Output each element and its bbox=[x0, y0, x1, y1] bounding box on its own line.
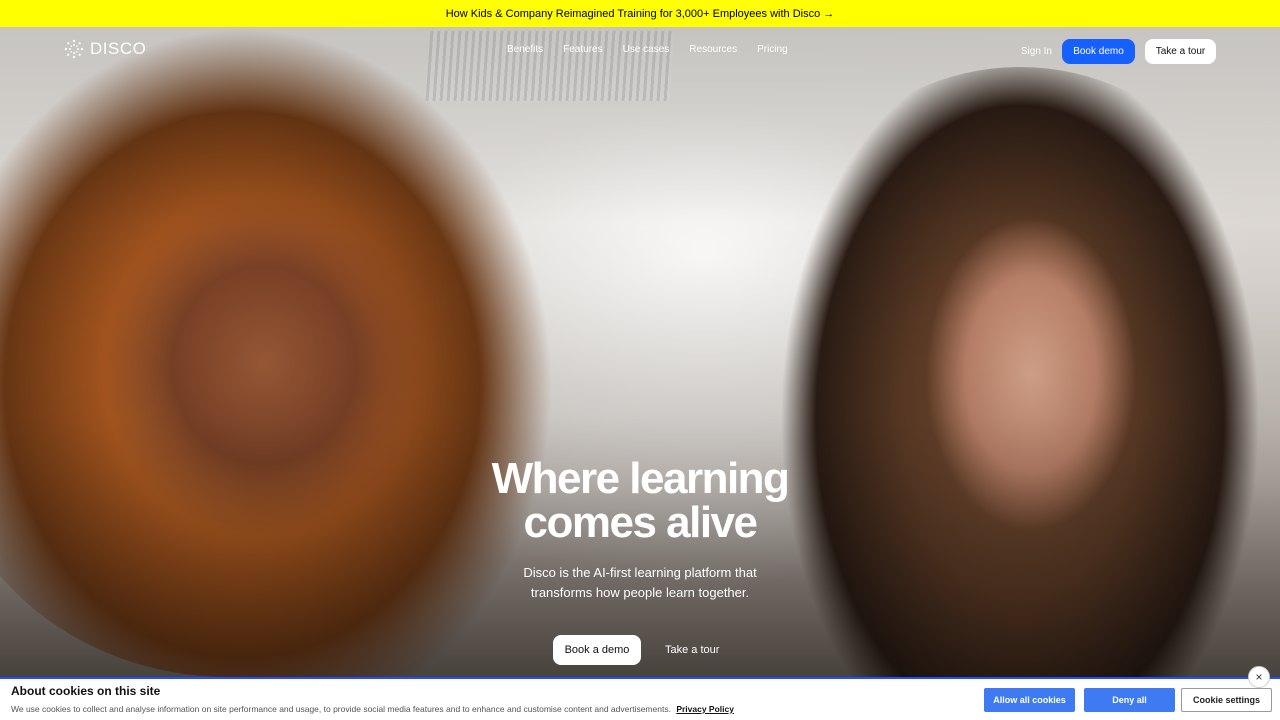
cookie-banner-text: We use cookies to collect and analyse in… bbox=[11, 704, 734, 714]
disco-logo[interactable]: DISCO bbox=[64, 39, 146, 59]
allow-all-cookies-button[interactable]: Allow all cookies bbox=[984, 688, 1075, 712]
deny-all-cookies-button[interactable]: Deny all bbox=[1084, 688, 1175, 712]
hero-headline-line2: comes alive bbox=[523, 498, 759, 547]
cookie-description: We use cookies to collect and analyse in… bbox=[11, 704, 671, 714]
privacy-policy-link[interactable]: Privacy Policy bbox=[676, 704, 734, 714]
logo-text: DISCO bbox=[90, 39, 147, 58]
cookie-banner: About cookies on this site We use cookie… bbox=[0, 677, 1280, 720]
announcement-text[interactable]: How Kids & Company Reimagined Training f… bbox=[446, 8, 835, 20]
hero-cta-row: Book a demo Take a tour bbox=[553, 635, 719, 665]
top-navigation: DISCO Benefits Features Use cases Resour… bbox=[0, 27, 1280, 75]
cookie-settings-button[interactable]: Cookie settings bbox=[1181, 688, 1272, 712]
disco-logo-icon bbox=[64, 39, 84, 59]
hero-headline: Where learning comes alive bbox=[440, 457, 840, 545]
nav-actions: Sign In Book demo Take a tour bbox=[1021, 39, 1216, 64]
nav-link-benefits[interactable]: Benefits bbox=[507, 44, 543, 55]
nav-links: Benefits Features Use cases Resources Pr… bbox=[507, 44, 808, 55]
sign-in-link[interactable]: Sign In bbox=[1021, 46, 1052, 57]
hero-book-demo-button[interactable]: Book a demo bbox=[553, 635, 641, 665]
nav-link-resources[interactable]: Resources bbox=[689, 44, 737, 55]
nav-link-features[interactable]: Features bbox=[563, 44, 602, 55]
hero-take-tour-link[interactable]: Take a tour bbox=[665, 644, 719, 656]
book-demo-button[interactable]: Book demo bbox=[1062, 39, 1135, 64]
hero-headline-line1: Where learning bbox=[491, 454, 790, 503]
hero-subheading-line1: Disco is the AI-first learning platform … bbox=[523, 565, 757, 580]
close-icon[interactable]: × bbox=[1248, 666, 1270, 688]
hero-subheading-line2: transforms how people learn together. bbox=[530, 585, 750, 600]
announcement-banner[interactable]: How Kids & Company Reimagined Training f… bbox=[0, 0, 1280, 27]
nav-link-use-cases[interactable]: Use cases bbox=[623, 44, 670, 55]
hero-subheading: Disco is the AI-first learning platform … bbox=[470, 563, 810, 603]
take-tour-button[interactable]: Take a tour bbox=[1145, 39, 1216, 64]
cookie-banner-title: About cookies on this site bbox=[11, 684, 161, 698]
nav-link-pricing[interactable]: Pricing bbox=[757, 44, 788, 55]
